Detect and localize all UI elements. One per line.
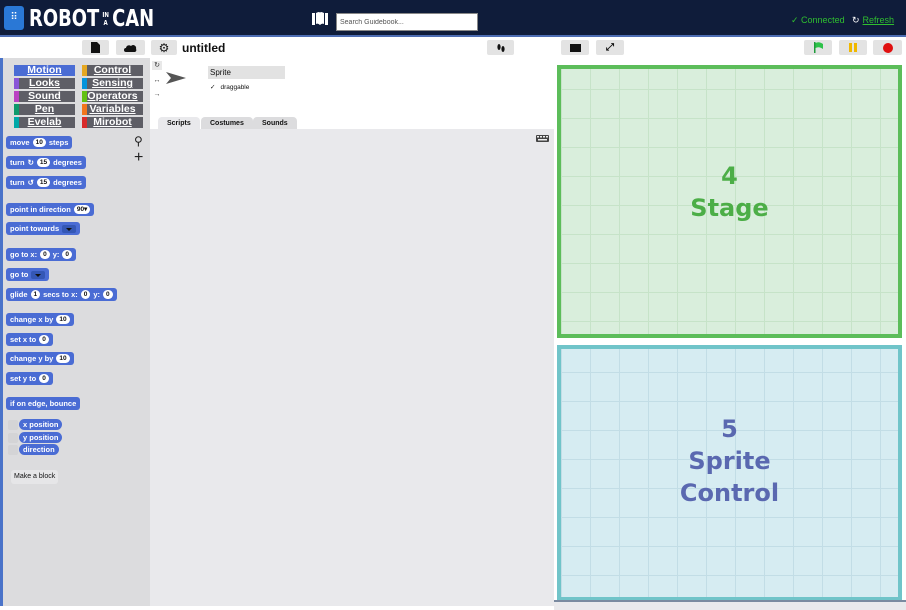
block-set-y[interactable]: set y to 0	[6, 372, 53, 385]
block-move-steps[interactable]: move 10 steps	[6, 136, 73, 149]
settings-button[interactable]: ⚙	[151, 40, 177, 55]
x-input[interactable]: 0	[80, 290, 91, 299]
block-palette: Motion Control Looks Sensing Sound Opera…	[0, 58, 150, 606]
category-looks[interactable]: Looks	[14, 78, 75, 89]
sprite-thumbnail-arrow-icon	[166, 72, 186, 84]
pause-icon	[849, 43, 857, 52]
sprite-control[interactable]: 5 Sprite Control	[557, 345, 902, 601]
stage-label: 4 Stage	[690, 162, 769, 222]
y-position-checkbox[interactable]	[8, 433, 18, 443]
file-icon	[91, 42, 100, 53]
block-change-x[interactable]: change x by 10	[6, 313, 74, 326]
y-input[interactable]: 0	[103, 290, 113, 299]
logo-text-right: CAN	[112, 6, 155, 32]
direction-checkbox[interactable]	[8, 445, 18, 455]
make-a-block-button[interactable]: Make a block	[11, 470, 59, 484]
block-turn-right[interactable]: turn ↻ 15 degrees	[6, 156, 86, 169]
connection-status: ✓ Connected	[791, 15, 845, 25]
keyboard-icon[interactable]	[536, 135, 549, 142]
secs-input[interactable]: 1	[30, 290, 41, 299]
x-position-checkbox[interactable]	[8, 420, 18, 430]
green-flag-button[interactable]	[804, 40, 832, 55]
robot-in-a-can-logo[interactable]: ROBOT IN A CAN	[29, 4, 154, 34]
degrees-input[interactable]: 15	[36, 158, 51, 167]
category-sensing[interactable]: Sensing	[82, 78, 143, 89]
top-bar: ⠿ ROBOT IN A CAN ✓ Connected ↻Refresh	[0, 0, 906, 37]
set-x-input[interactable]: 0	[39, 335, 49, 344]
category-control[interactable]: Control	[82, 65, 143, 76]
file-button[interactable]	[82, 40, 109, 55]
pause-button[interactable]	[839, 40, 867, 55]
stage[interactable]: 4 Stage	[557, 65, 902, 338]
refresh-icon: ↻	[852, 15, 860, 25]
search-icon[interactable]: ⚲	[134, 134, 143, 148]
chevron-down-icon[interactable]	[31, 270, 46, 279]
turn-right-icon: ↻	[27, 158, 34, 167]
logo-text-in: IN A	[102, 11, 109, 27]
y-input[interactable]: 0	[62, 250, 72, 259]
scripts-area[interactable]	[150, 129, 554, 606]
category-variables[interactable]: Variables	[82, 104, 143, 115]
change-x-input[interactable]: 10	[56, 315, 70, 324]
logo-text-left: ROBOT	[29, 6, 100, 32]
stage-size-button[interactable]	[561, 40, 589, 55]
sprite-name-field[interactable]: Sprite	[208, 66, 285, 79]
bottom-strip	[554, 600, 906, 610]
block-set-x[interactable]: set x to 0	[6, 333, 53, 346]
block-if-on-edge-bounce[interactable]: if on edge, bounce	[6, 397, 81, 410]
green-flag-icon	[813, 42, 823, 53]
sprite-control-label: 5 Sprite Control	[679, 415, 780, 507]
block-go-to[interactable]: go to	[6, 268, 50, 281]
category-sound[interactable]: Sound	[14, 91, 75, 102]
footprints-icon	[496, 43, 505, 52]
fullscreen-button[interactable]: ⤢	[596, 40, 624, 55]
block-go-to-xy[interactable]: go to x: 0 y: 0	[6, 248, 76, 261]
block-change-y[interactable]: change y by 10	[6, 352, 74, 365]
refresh-link[interactable]: ↻ Refresh	[852, 15, 894, 26]
turn-left-icon: ↺	[27, 178, 34, 187]
category-selector: Motion Control Looks Sensing Sound Opera…	[9, 60, 149, 128]
draggable-checkbox[interactable]: ✓ draggable	[210, 83, 249, 91]
stop-button[interactable]	[873, 40, 902, 55]
fullscreen-icon: ⤢	[606, 42, 614, 53]
degrees-input[interactable]: 15	[36, 178, 51, 187]
block-point-in-direction[interactable]: point in direction 90▾	[6, 203, 95, 216]
steps-input[interactable]: 10	[32, 138, 46, 147]
block-point-towards[interactable]: point towards	[6, 222, 81, 235]
grid-menu-icon[interactable]: ⠿	[4, 6, 24, 30]
cloud-icon	[124, 44, 137, 52]
stage-size-icon	[569, 43, 581, 52]
category-evelab[interactable]: Evelab	[14, 117, 75, 128]
rotate-all-around-icon[interactable]: ↻	[152, 61, 162, 70]
cloud-button[interactable]	[116, 40, 145, 55]
project-toolbar: ⚙ untitled ⤢	[0, 37, 906, 59]
rotate-left-right-icon[interactable]: ↔	[152, 76, 162, 85]
set-y-input[interactable]: 0	[39, 374, 49, 383]
chevron-down-icon[interactable]	[62, 224, 77, 233]
direction-dropdown[interactable]: 90▾	[73, 205, 91, 214]
gear-icon: ⚙	[158, 40, 170, 55]
category-pen[interactable]: Pen	[14, 104, 75, 115]
block-x-position[interactable]: x position	[19, 419, 63, 430]
check-icon: ✓	[210, 84, 216, 91]
block-y-position[interactable]: y position	[19, 432, 63, 443]
project-title[interactable]: untitled	[182, 41, 225, 55]
x-input[interactable]: 0	[40, 250, 50, 259]
block-direction[interactable]: direction	[19, 444, 59, 455]
guidebook-search-input[interactable]	[336, 13, 478, 31]
guidebook-icon[interactable]	[311, 11, 329, 26]
refresh-label: Refresh	[862, 15, 895, 25]
block-turn-left[interactable]: turn ↺ 15 degrees	[6, 176, 86, 189]
category-motion[interactable]: Motion	[14, 65, 75, 76]
category-mirobot[interactable]: Mirobot	[82, 117, 143, 128]
stop-icon	[882, 42, 893, 53]
plus-icon[interactable]: +	[134, 149, 143, 167]
block-glide[interactable]: glide 1 secs to x: 0 y: 0	[6, 288, 117, 301]
change-y-input[interactable]: 10	[56, 354, 70, 363]
category-operators[interactable]: Operators	[82, 91, 143, 102]
dont-rotate-icon[interactable]: →	[152, 90, 162, 99]
footprints-button[interactable]	[487, 40, 514, 55]
